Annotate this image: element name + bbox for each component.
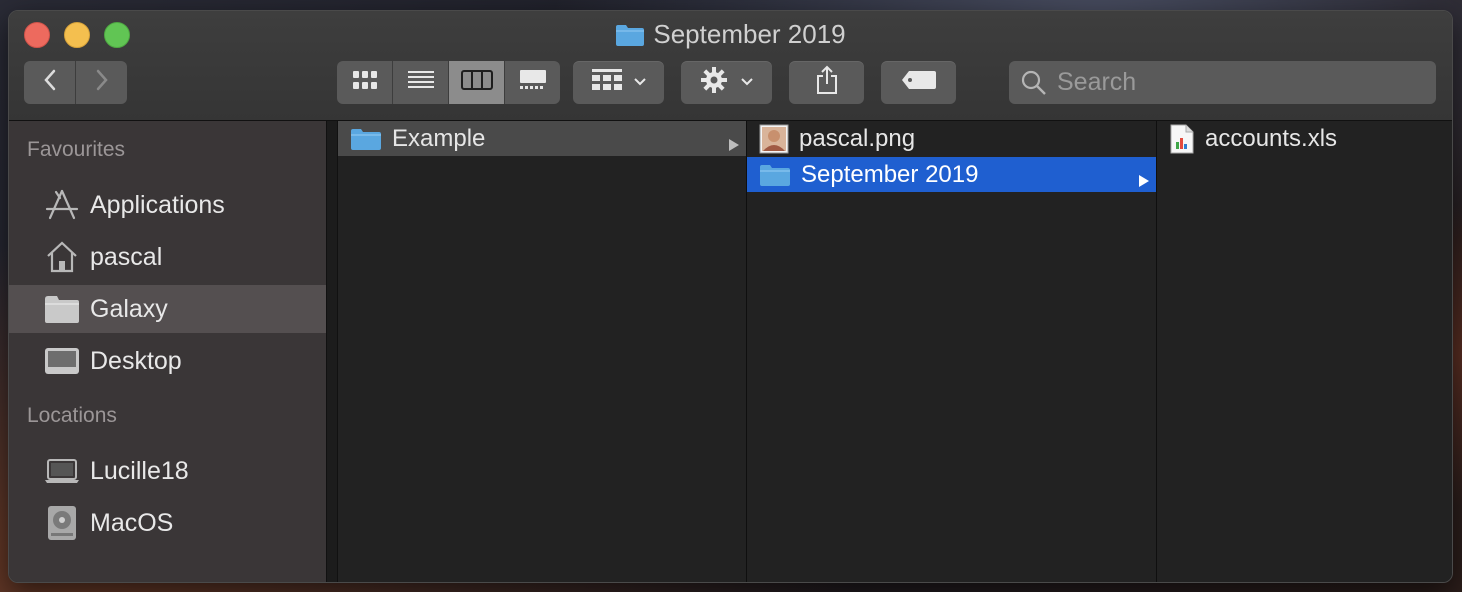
share-button[interactable] bbox=[789, 61, 864, 104]
back-button[interactable] bbox=[24, 61, 76, 104]
item-label: Example bbox=[392, 124, 486, 152]
disclosure-arrow-icon bbox=[728, 131, 740, 159]
chevron-left-icon bbox=[42, 68, 58, 97]
sidebar: Favourites Applications pascal Galaxy De… bbox=[9, 121, 327, 582]
list-item[interactable]: pascal.png bbox=[747, 121, 1156, 156]
sidebar-item-label: pascal bbox=[90, 242, 163, 271]
column-view-button[interactable] bbox=[449, 61, 505, 104]
icon-view-button[interactable] bbox=[337, 61, 393, 104]
column-view-icon bbox=[460, 69, 493, 96]
sidebar-item-label: Lucille18 bbox=[90, 456, 189, 485]
disclosure-arrow-icon bbox=[1138, 167, 1150, 195]
chevron-right-icon bbox=[94, 68, 110, 97]
share-icon bbox=[815, 65, 839, 100]
search-input[interactable] bbox=[1055, 67, 1419, 98]
gallery-view-icon bbox=[518, 69, 548, 96]
applications-icon bbox=[42, 185, 82, 225]
chevron-down-icon bbox=[633, 74, 647, 92]
desktop-icon bbox=[42, 341, 82, 381]
finder-window: September 2019 Search Favourites Applica… bbox=[8, 10, 1453, 583]
sidebar-item-label: Galaxy bbox=[90, 294, 168, 323]
sidebar-item-desktop[interactable]: Desktop bbox=[9, 337, 326, 385]
tag-button[interactable] bbox=[881, 61, 956, 104]
sidebar-section-favourites: Favourites bbox=[27, 138, 126, 161]
folder-icon bbox=[42, 289, 82, 329]
icon-view-icon bbox=[351, 69, 379, 96]
titlebar: September 2019 bbox=[9, 11, 1452, 121]
sidebar-collapse-strip[interactable] bbox=[327, 121, 338, 582]
sidebar-item-lucille18[interactable]: Lucille18 bbox=[9, 447, 326, 495]
sidebar-item-applications[interactable]: Applications bbox=[9, 181, 326, 229]
laptop-icon bbox=[42, 451, 82, 491]
browser-column-3: accounts.xls bbox=[1157, 121, 1452, 582]
list-item[interactable]: Example bbox=[338, 121, 746, 156]
item-label: accounts.xls bbox=[1205, 124, 1338, 152]
sidebar-item-macos[interactable]: MacOS bbox=[9, 499, 326, 547]
browser-column-1: Example bbox=[338, 121, 747, 582]
group-by-button[interactable] bbox=[573, 61, 664, 104]
sidebar-item-galaxy[interactable]: Galaxy bbox=[9, 285, 326, 333]
item-label: pascal.png bbox=[799, 124, 916, 152]
browser-column-2: pascal.png September 2019 bbox=[747, 121, 1157, 582]
list-item[interactable]: September 2019 bbox=[747, 157, 1156, 192]
folder-icon bbox=[615, 23, 645, 53]
sidebar-section-locations: Locations bbox=[27, 404, 117, 427]
image-file-icon bbox=[759, 124, 789, 154]
chevron-down-icon bbox=[740, 74, 754, 92]
window-title: September 2019 bbox=[653, 19, 846, 49]
window-title-bar: September 2019 bbox=[9, 19, 1452, 53]
hard-drive-icon bbox=[42, 503, 82, 543]
search-icon bbox=[1021, 70, 1047, 96]
view-mode-control bbox=[337, 61, 560, 104]
home-icon bbox=[42, 237, 82, 277]
search-field[interactable] bbox=[1009, 61, 1436, 104]
gallery-view-button[interactable] bbox=[505, 61, 560, 104]
sidebar-item-label: Desktop bbox=[90, 346, 182, 375]
list-view-icon bbox=[407, 69, 435, 96]
forward-button[interactable] bbox=[76, 61, 127, 104]
folder-icon bbox=[759, 163, 791, 187]
group-by-icon bbox=[591, 68, 623, 97]
tag-icon bbox=[901, 70, 937, 95]
sidebar-item-label: MacOS bbox=[90, 508, 174, 537]
sidebar-item-pascal[interactable]: pascal bbox=[9, 233, 326, 281]
folder-icon bbox=[350, 127, 382, 151]
sidebar-item-label: Applications bbox=[90, 190, 225, 219]
spreadsheet-file-icon bbox=[1169, 124, 1195, 154]
nav-buttons bbox=[24, 61, 127, 104]
action-menu-button[interactable] bbox=[681, 61, 772, 104]
gear-icon bbox=[700, 66, 728, 99]
list-item[interactable]: accounts.xls bbox=[1157, 121, 1452, 156]
item-label: September 2019 bbox=[801, 160, 979, 188]
list-view-button[interactable] bbox=[393, 61, 449, 104]
